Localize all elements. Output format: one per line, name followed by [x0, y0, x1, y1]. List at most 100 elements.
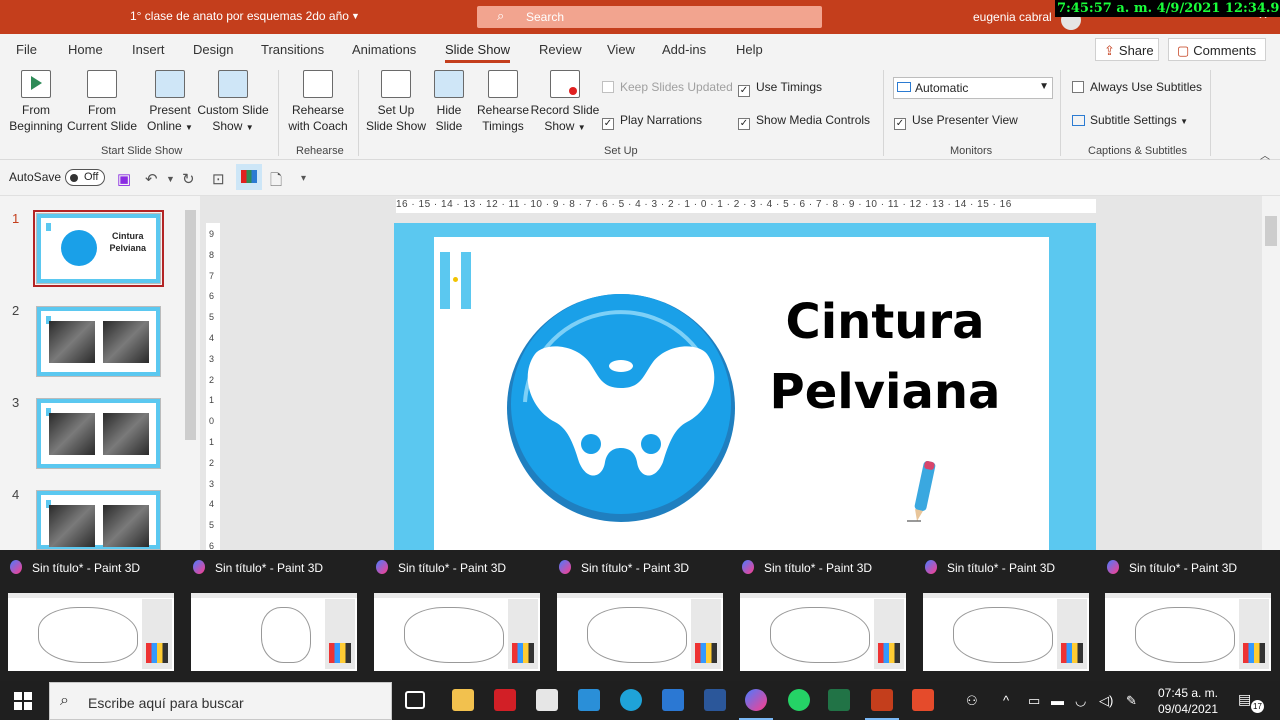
- preview-window[interactable]: Sin título* - Paint 3D: [732, 550, 914, 681]
- slide-canvas[interactable]: Cintura Pelviana: [394, 223, 1096, 550]
- task-view-icon[interactable]: [405, 691, 425, 709]
- preview-window[interactable]: Sin título* - Paint 3D: [549, 550, 731, 681]
- file-explorer-icon[interactable]: [452, 689, 474, 711]
- editor-scrollbar[interactable]: [1262, 196, 1280, 550]
- tab-add-ins[interactable]: Add-ins: [662, 42, 706, 57]
- setup-label-1: Set Up: [377, 103, 415, 117]
- scrollbar-thumb[interactable]: [1265, 216, 1277, 246]
- preview-thumbnail: [557, 593, 723, 671]
- preview-window[interactable]: Sin título* - Paint 3D: [0, 550, 182, 681]
- monitor-select[interactable]: Automatic ▼: [893, 77, 1053, 99]
- excel-icon[interactable]: [828, 689, 850, 711]
- tab-home[interactable]: Home: [68, 42, 103, 57]
- chevron-down-icon[interactable]: ▼: [351, 11, 360, 21]
- preview-toolbar: [374, 593, 540, 598]
- thumbnail-scrollbar[interactable]: [182, 196, 199, 550]
- edge-icon[interactable]: [620, 689, 642, 711]
- windows-start-icon[interactable]: [14, 692, 32, 710]
- scrollbar-thumb[interactable]: [185, 210, 196, 440]
- tab-slide-show[interactable]: Slide Show: [445, 42, 511, 63]
- device-icon[interactable]: ▭: [1028, 693, 1040, 709]
- from-current-button[interactable]: From Current Slide: [66, 64, 138, 134]
- l-app-icon[interactable]: [578, 689, 600, 711]
- rehearse-timings-button[interactable]: Rehearse Timings: [474, 64, 532, 134]
- slide-title[interactable]: Cintura Pelviana: [754, 287, 1016, 427]
- set-up-slide-show-button[interactable]: Set Up Slide Show: [364, 64, 428, 134]
- preview-window[interactable]: Sin título* - Paint 3D: [1097, 550, 1279, 681]
- show-media-controls-checkbox[interactable]: ✓ Show Media Controls: [738, 113, 870, 130]
- volume-icon[interactable]: ◁): [1099, 693, 1113, 709]
- slide-thumbnail[interactable]: Cintura Pelviana: [33, 210, 164, 287]
- preview-window[interactable]: Sin título* - Paint 3D: [183, 550, 365, 681]
- new-file-icon[interactable]: 🗋: [270, 170, 282, 195]
- always-use-subtitles-checkbox[interactable]: Always Use Subtitles: [1072, 80, 1202, 94]
- preview-title: Sin título* - Paint 3D: [947, 561, 1056, 575]
- user-name[interactable]: eugenia cabral: [973, 10, 1052, 24]
- custom-slide-show-button[interactable]: Custom Slide Show ▼: [196, 64, 270, 136]
- people-icon[interactable]: ⚇: [966, 693, 978, 709]
- vertical-ruler-tick: 2: [209, 374, 215, 385]
- presenter-view-checkbox[interactable]: ✓ Use Presenter View: [894, 113, 1018, 130]
- record-label-2: Show: [544, 119, 575, 133]
- play-narrations-checkbox[interactable]: ✓ Play Narrations: [602, 113, 702, 130]
- share-button[interactable]: ⇪ Share: [1095, 38, 1159, 61]
- from-current-label-1: From: [88, 103, 116, 117]
- tab-help[interactable]: Help: [736, 42, 763, 57]
- word-icon[interactable]: [704, 689, 726, 711]
- save-icon[interactable]: ▣: [117, 170, 131, 188]
- keep-slides-updated-checkbox[interactable]: Keep Slides Updated: [602, 80, 733, 94]
- hide-slide-button[interactable]: Hide Slide: [430, 64, 468, 134]
- powerpoint-icon[interactable]: [865, 689, 899, 720]
- slide-thumbnail[interactable]: [36, 398, 161, 469]
- record-slide-show-button[interactable]: Record Slide Show ▼: [530, 64, 600, 136]
- setup-label-2: Slide Show: [365, 119, 427, 133]
- camtasia-icon[interactable]: [912, 689, 934, 711]
- use-timings-checkbox[interactable]: ✓ Use Timings: [738, 80, 822, 97]
- subtitle-settings-button[interactable]: Subtitle Settings ▼: [1072, 113, 1188, 127]
- redo-icon[interactable]: ↻: [182, 170, 195, 188]
- preview-window[interactable]: Sin título* - Paint 3D: [915, 550, 1097, 681]
- tab-review[interactable]: Review: [539, 42, 582, 57]
- slide-number: 3: [12, 395, 20, 410]
- notification-center-icon[interactable]: ▤ 17: [1238, 691, 1264, 713]
- tab-design[interactable]: Design: [193, 42, 233, 57]
- tab-animations[interactable]: Animations: [352, 42, 416, 57]
- from-beginning-button[interactable]: From Beginning: [8, 64, 64, 134]
- present-icon[interactable]: ⊡: [212, 170, 225, 188]
- taskbar-clock[interactable]: 07:45 a. m. 09/04/2021: [1148, 685, 1228, 717]
- tab-transitions[interactable]: Transitions: [261, 42, 324, 57]
- store-icon[interactable]: [536, 689, 558, 711]
- rehearse-with-coach-button[interactable]: Rehearse with Coach: [286, 64, 350, 134]
- comments-button[interactable]: ▢ Comments: [1168, 38, 1266, 61]
- paint3d-icon[interactable]: [739, 689, 773, 720]
- chevron-down-icon: ▼: [577, 123, 586, 132]
- preview-title: Sin título* - Paint 3D: [215, 561, 324, 575]
- autosave-toggle[interactable]: Off: [65, 169, 105, 186]
- undo-icon[interactable]: ↶: [145, 170, 158, 188]
- taskbar-search[interactable]: ⌕ Escribe aquí para buscar: [49, 682, 392, 720]
- present-online-button[interactable]: Present Online ▼: [144, 64, 196, 136]
- thumb-paper: [41, 495, 156, 547]
- vertical-ruler-tick: 4: [209, 333, 215, 343]
- chevron-up-icon[interactable]: ^: [1003, 693, 1009, 708]
- thumb-paper: [41, 403, 156, 464]
- customize-icon[interactable]: ▾: [301, 173, 306, 184]
- tab-view[interactable]: View: [607, 42, 635, 57]
- tab-insert[interactable]: Insert: [132, 42, 165, 57]
- chevron-down-icon[interactable]: ▼: [166, 174, 175, 184]
- pelvis-logo-icon[interactable]: [505, 292, 737, 524]
- slide-thumbnail[interactable]: [36, 490, 161, 550]
- document-title[interactable]: 1° clase de anato por esquemas 2do año: [130, 9, 349, 23]
- slide-title-line-1: Cintura: [785, 294, 985, 350]
- acrobat-icon[interactable]: [494, 689, 516, 711]
- network-icon[interactable]: ◡: [1075, 693, 1086, 709]
- mail-icon[interactable]: [662, 689, 684, 711]
- tab-file[interactable]: File: [16, 42, 37, 57]
- search-box[interactable]: ⌕ Search: [477, 6, 822, 28]
- slide-thumbnail[interactable]: [36, 306, 161, 377]
- battery-icon[interactable]: ▬: [1051, 693, 1064, 708]
- color-scheme-icon[interactable]: [236, 164, 262, 190]
- whatsapp-icon[interactable]: [788, 689, 810, 711]
- pen-icon[interactable]: ✎: [1126, 693, 1137, 709]
- preview-window[interactable]: Sin título* - Paint 3D: [366, 550, 548, 681]
